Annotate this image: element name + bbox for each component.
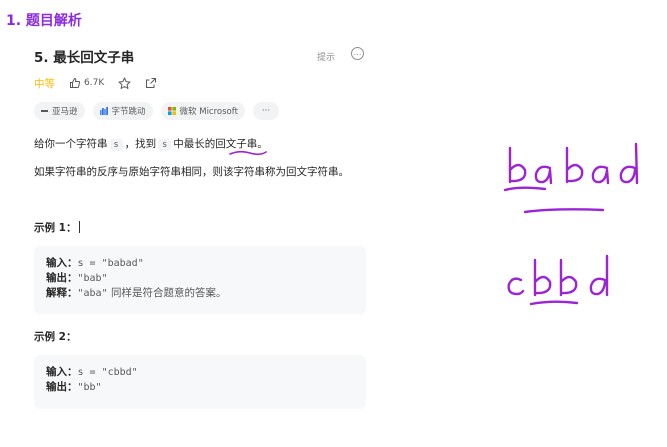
desc-text: 给你一个字符串 (34, 138, 108, 150)
text-cursor (79, 221, 81, 233)
like-button[interactable]: 6.7K (69, 77, 104, 89)
bytedance-icon (99, 107, 108, 115)
explain-value: "aba" (77, 288, 108, 299)
thumbs-up-icon (70, 77, 81, 88)
star-icon[interactable] (118, 77, 131, 90)
example-input-line: 输入：s = "babad" (46, 256, 354, 271)
difficulty-badge: 中等 (34, 77, 55, 90)
hint-link[interactable]: 提示 (317, 50, 335, 63)
example-input-line: 输入：s = "cbbd" (46, 365, 354, 380)
output-label: 输出： (46, 272, 78, 284)
tag-label: 亚马逊 (52, 107, 78, 117)
example-1-title: 示例 1： (34, 220, 81, 235)
more-options-icon[interactable]: … (351, 47, 364, 60)
example-output-line: 输出："bb" (46, 380, 354, 395)
microsoft-icon (167, 107, 176, 115)
example-output-line: 输出："bab" (46, 271, 354, 286)
company-tags: 亚马逊 字节跳动 微软 Microsoft ··· (34, 102, 280, 120)
example-2-box: 输入：s = "cbbd" 输出："bb" (34, 355, 366, 409)
example-title-text: 示例 1： (34, 222, 77, 234)
problem-meta-row: 中等 6.7K (34, 74, 157, 92)
minus-icon (41, 110, 48, 112)
tag-label: 微软 Microsoft (179, 107, 238, 117)
input-value: s = "babad" (77, 258, 144, 269)
explain-text: 同样是符合题意的答案。 (110, 287, 227, 299)
tag-label: 字节跳动 (111, 107, 146, 117)
explain-label: 解释： (46, 287, 78, 299)
handwritten-underline-annotation (229, 150, 267, 156)
example-2-title: 示例 2： (34, 331, 77, 343)
company-tag-bytedance[interactable]: 字节跳动 (92, 102, 153, 120)
input-value: s = "cbbd" (77, 367, 138, 378)
more-tags-button[interactable]: ··· (252, 102, 280, 120)
description-line-2: 如果字符串的反序与原始字符串相同，则该字符串称为回文字符串。 (34, 166, 349, 178)
company-tag-amazon[interactable]: 亚马逊 (34, 102, 85, 120)
like-count: 6.7K (84, 78, 105, 88)
inline-code-s: s (109, 139, 123, 151)
output-value: "bb" (77, 382, 102, 393)
section-title: 1. 题目解析 (6, 13, 82, 29)
example-1-box: 输入：s = "babad" 输出："bab" 解释："aba" 同样是符合题意… (34, 246, 366, 314)
company-tag-microsoft[interactable]: 微软 Microsoft (160, 102, 245, 120)
share-icon[interactable] (145, 77, 157, 89)
handwritten-notes (503, 142, 639, 306)
example-explain-line: 解释："aba" 同样是符合题意的答案。 (46, 286, 354, 301)
output-value: "bab" (77, 273, 108, 284)
output-label: 输出： (46, 381, 78, 393)
input-label: 输入： (46, 257, 78, 269)
desc-text: ，找到 (124, 138, 157, 150)
inline-code-s: s (158, 139, 172, 151)
problem-title[interactable]: 5. 最长回文子串 (34, 46, 134, 66)
input-label: 输入： (46, 366, 78, 378)
